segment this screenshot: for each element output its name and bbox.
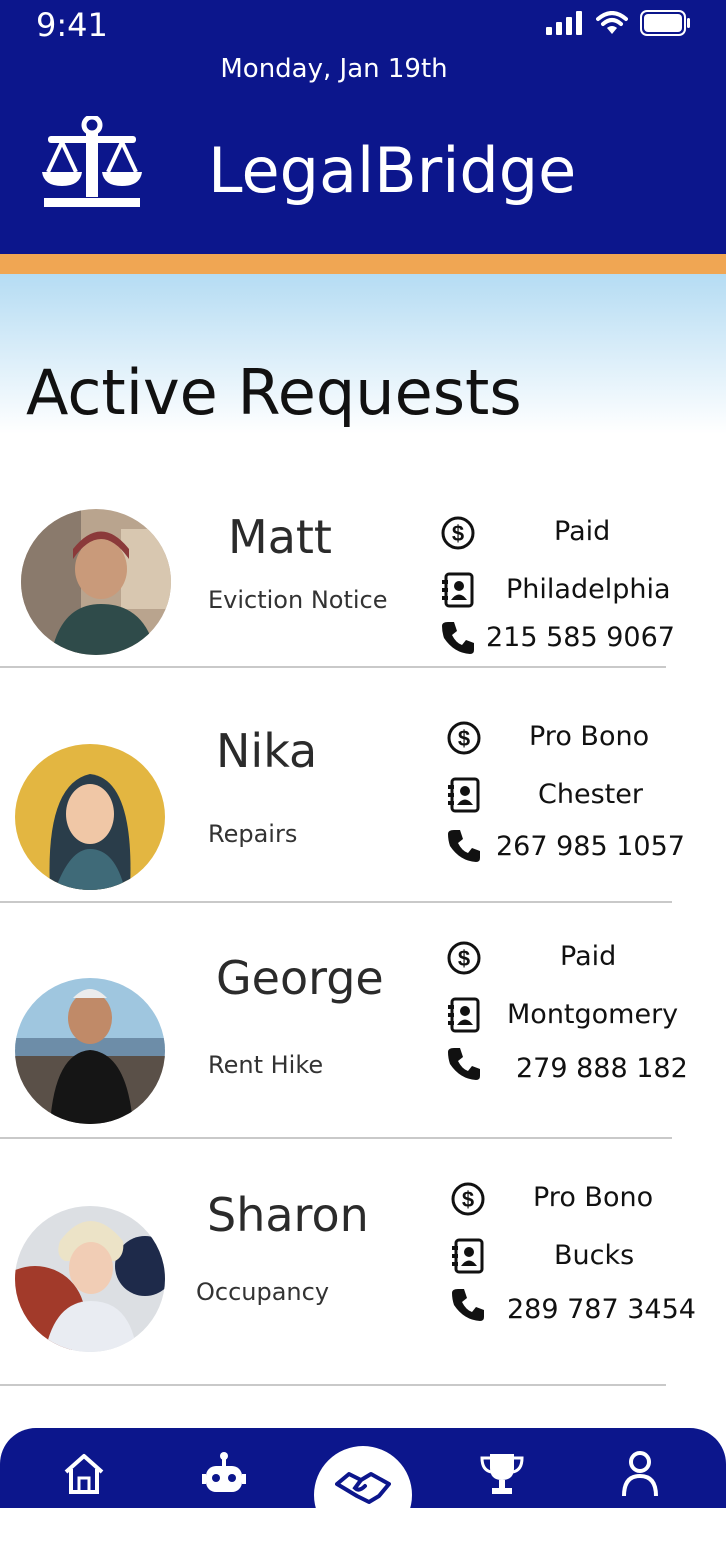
bottom-tab-bar	[0, 1428, 726, 1544]
issue-type: Rent Hike	[208, 1051, 324, 1079]
scales-of-justice-icon	[42, 114, 142, 210]
client-name: Sharon	[207, 1188, 369, 1242]
issue-type: Occupancy	[196, 1278, 330, 1306]
avatar	[21, 509, 171, 655]
svg-text:$: $	[462, 1187, 474, 1212]
avatar	[15, 744, 165, 890]
issue-type: Repairs	[208, 820, 298, 848]
avatar	[15, 1206, 165, 1352]
dollar-icon: $	[446, 720, 482, 756]
client-name: Nika	[216, 724, 318, 778]
payment-status: Pro Bono	[529, 721, 650, 752]
robot-icon[interactable]	[202, 1448, 246, 1500]
client-name: George	[216, 951, 384, 1005]
battery-icon	[640, 10, 690, 36]
payment-status: Paid	[560, 941, 617, 972]
client-phone[interactable]: 289 787 3454	[507, 1294, 696, 1325]
address-book-icon	[446, 777, 482, 813]
svg-text:$: $	[458, 726, 470, 751]
home-icon[interactable]	[62, 1448, 106, 1500]
row-divider	[0, 1384, 666, 1386]
address-book-icon	[450, 1238, 486, 1274]
wifi-icon	[596, 11, 628, 34]
handshake-icon	[335, 1472, 391, 1504]
client-location: Philadelphia	[506, 574, 671, 605]
current-date: Monday, Jan 19th	[220, 54, 448, 84]
app-title: LegalBridge	[208, 134, 577, 207]
svg-text:$: $	[458, 946, 470, 971]
phone-icon[interactable]	[450, 1287, 486, 1323]
client-phone[interactable]: 279 888 182	[516, 1053, 688, 1084]
section-title: Active Requests	[26, 356, 522, 429]
phone-icon[interactable]	[446, 828, 482, 864]
client-location: Bucks	[554, 1240, 635, 1271]
payment-status: Paid	[554, 516, 611, 547]
profile-icon[interactable]	[618, 1448, 662, 1500]
issue-type: Eviction Notice	[208, 586, 388, 614]
status-icons	[546, 10, 692, 36]
app-header: 9:41 Monday, Jan 19th LegalBridge	[0, 0, 726, 254]
payment-status: Pro Bono	[533, 1182, 654, 1213]
trophy-icon[interactable]	[480, 1448, 524, 1500]
handshake-tab-button[interactable]	[314, 1446, 412, 1544]
client-location: Montgomery	[507, 999, 679, 1030]
phone-icon[interactable]	[446, 1046, 482, 1082]
phone-icon[interactable]	[440, 620, 476, 656]
row-divider	[0, 1137, 672, 1139]
row-divider	[0, 666, 666, 668]
client-phone[interactable]: 215 585 9067	[486, 622, 675, 653]
signal-icon	[546, 11, 582, 35]
dollar-icon: $	[440, 515, 476, 551]
svg-text:$: $	[452, 521, 464, 546]
address-book-icon	[440, 572, 476, 608]
status-time: 9:41	[36, 6, 108, 44]
row-divider	[0, 901, 672, 903]
client-phone[interactable]: 267 985 1057	[496, 831, 685, 862]
dollar-icon: $	[450, 1181, 486, 1217]
avatar	[15, 978, 165, 1124]
client-location: Chester	[538, 779, 643, 810]
header-accent-stripe	[0, 254, 726, 274]
address-book-icon	[446, 997, 482, 1033]
dollar-icon: $	[446, 940, 482, 976]
client-name: Matt	[228, 510, 332, 564]
